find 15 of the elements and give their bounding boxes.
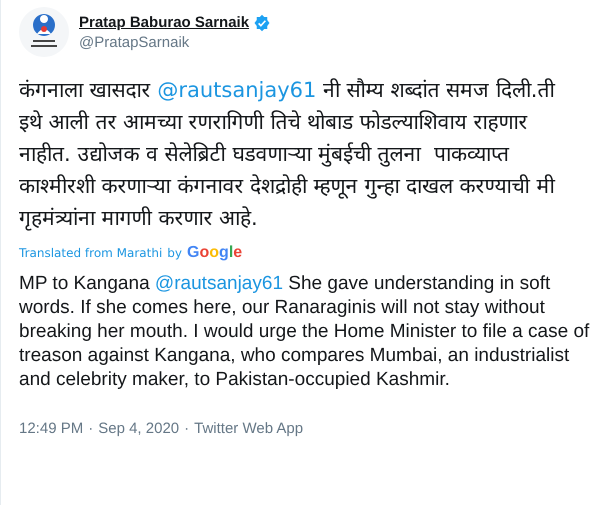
google-logo: Google xyxy=(187,244,242,262)
avatar-icon[interactable] xyxy=(19,7,69,57)
translation-label: Translated from Marathi xyxy=(19,246,162,260)
tweet-text: कंगनाला खासदार @rautsanjay61 नी सौम्य शब्दांत समज दिली.ती इथे आली तर आमच्या रणरागिणी तिचे थोबाड फोडल्याशिवाय राहणार नाहीत. उद्योजक व सेलेब्रिटी घडवणाऱ्या मुंबईची तुलना पाकव्याप्त काश्मीरशी करणाऱ्या कंगनावर देशद्रोही म्हणून गुन्हा दाखल करण्याची मी गृहमंत्र्यांना मागणी करणार आहे. xyxy=(19,77,556,233)
mention-link[interactable]: @rautsanjay61 xyxy=(154,273,284,294)
author-handle[interactable]: @PratapSarnaik xyxy=(79,34,272,50)
tweet-source[interactable]: Twitter Web App xyxy=(194,420,304,437)
tweet-time[interactable]: 12:49 PM xyxy=(19,420,84,437)
separator-dot: · xyxy=(88,420,94,437)
tweet-date[interactable]: Sep 4, 2020 xyxy=(98,420,180,437)
translated-text: MP to Kangana @rautsanjay61 She gave understanding in soft words. If she comes here, our Ranaraginis will not stay without breaking her mouth. I would urge the Home Minister to file a case of treason against Kangana, who compares Mumbai, an industrialist and celebrity maker, to Pakistan-occupied Kashmir. xyxy=(19,272,590,392)
author-name[interactable]: Pratap Baburao Sarnaik xyxy=(79,14,250,31)
mention-link[interactable]: @rautsanjay61 xyxy=(157,78,316,102)
translation-by: by xyxy=(167,246,182,260)
separator-dot: · xyxy=(184,420,190,437)
